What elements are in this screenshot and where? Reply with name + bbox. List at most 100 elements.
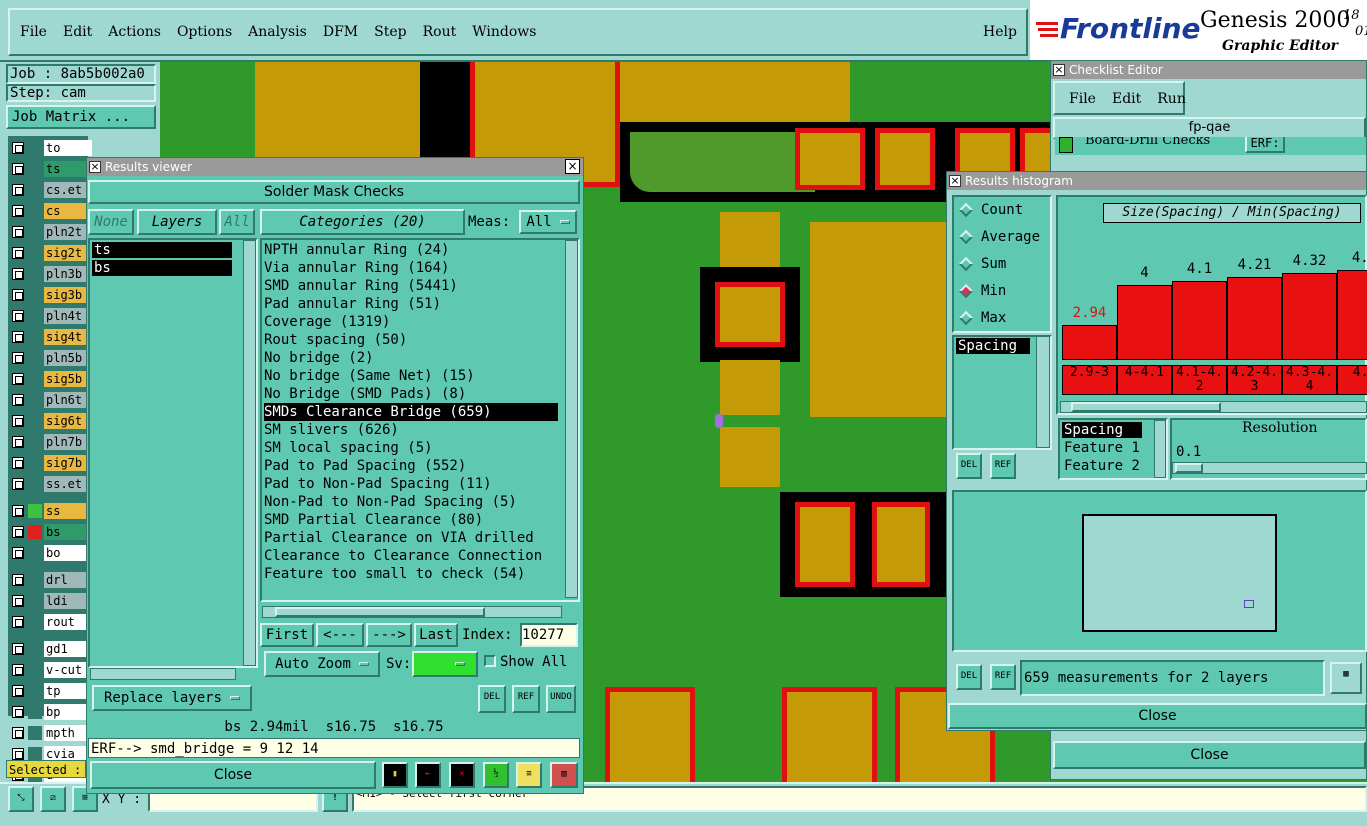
layer-checkbox[interactable] bbox=[12, 457, 24, 469]
layer-row-bs[interactable]: bs bbox=[10, 524, 92, 540]
layer-affected-swatch[interactable] bbox=[28, 525, 42, 539]
export-chart-icon[interactable]: ▦ bbox=[1330, 662, 1362, 694]
layer-list-scrollbar[interactable] bbox=[243, 240, 256, 666]
category-item[interactable]: No bridge (Same Net) (15) bbox=[264, 367, 558, 385]
result-layer-item[interactable]: bs bbox=[92, 260, 232, 276]
categories-button[interactable]: Categories (20) bbox=[260, 209, 465, 235]
layer-list-hscroll[interactable] bbox=[90, 668, 236, 680]
flag-icon[interactable]: ▮ bbox=[382, 762, 408, 788]
window-close-icon[interactable]: × bbox=[949, 175, 961, 187]
layer-affected-swatch[interactable] bbox=[28, 615, 42, 629]
layer-checkbox[interactable] bbox=[12, 478, 24, 490]
layer-name[interactable]: bo bbox=[44, 545, 92, 561]
layer-name[interactable]: ss bbox=[44, 503, 92, 519]
hist-field-item[interactable]: Feature 2 bbox=[1062, 458, 1152, 474]
layer-affected-swatch[interactable] bbox=[28, 141, 42, 155]
undo-icon[interactable]: UNDO bbox=[546, 685, 576, 713]
auto-zoom-dropdown[interactable]: Auto Zoom bbox=[264, 651, 380, 677]
category-item[interactable]: Pad to Pad Spacing (552) bbox=[264, 457, 558, 475]
layer-checkbox[interactable] bbox=[12, 184, 24, 196]
category-item[interactable]: Pad to Non-Pad Spacing (11) bbox=[264, 475, 558, 493]
resolution-slider[interactable] bbox=[1172, 462, 1367, 474]
histogram-bar[interactable] bbox=[1227, 277, 1282, 360]
layer-checkbox[interactable] bbox=[12, 415, 24, 427]
histogram-close-button[interactable]: Close bbox=[948, 703, 1367, 729]
layer-affected-swatch[interactable] bbox=[28, 309, 42, 323]
layer-affected-swatch[interactable] bbox=[28, 162, 42, 176]
layer-row-sig4t[interactable]: sig4t bbox=[10, 329, 92, 345]
layer-row-pln3b[interactable]: pln3b bbox=[10, 266, 92, 282]
del-icon[interactable]: DEL bbox=[956, 453, 982, 479]
layer-row-bp[interactable]: bp bbox=[10, 704, 92, 720]
layer-name[interactable]: ss.et bbox=[44, 476, 92, 492]
meas-dropdown[interactable]: All bbox=[519, 210, 577, 234]
category-item[interactable]: SMDs Clearance Bridge (659) bbox=[264, 403, 558, 421]
layer-name[interactable]: mpth bbox=[44, 725, 92, 741]
layer-checkbox[interactable] bbox=[12, 685, 24, 697]
layer-name[interactable]: sig3b bbox=[44, 287, 92, 303]
layer-checkbox[interactable] bbox=[12, 394, 24, 406]
index-input[interactable]: 10277 bbox=[520, 623, 578, 647]
first-button[interactable]: First bbox=[260, 623, 314, 647]
menu-item-step[interactable]: Step bbox=[374, 24, 406, 42]
layer-name[interactable]: pln4t bbox=[44, 308, 92, 324]
layer-affected-swatch[interactable] bbox=[28, 225, 42, 239]
layer-affected-swatch[interactable] bbox=[28, 747, 42, 761]
titlebar-close-icon[interactable]: × bbox=[565, 159, 580, 174]
layer-row-sig3b[interactable]: sig3b bbox=[10, 287, 92, 303]
layer-row-v-cut[interactable]: v-cut bbox=[10, 662, 92, 678]
hist-field-item[interactable]: Feature 1 bbox=[1062, 440, 1152, 456]
exit-icon[interactable]: ⇤ bbox=[415, 762, 441, 788]
ref-icon[interactable]: REF bbox=[990, 664, 1016, 690]
histogram-bar[interactable] bbox=[1117, 285, 1172, 360]
layer-name[interactable]: pln2t bbox=[44, 224, 92, 240]
scroll-thumb[interactable] bbox=[1071, 402, 1221, 412]
layer-row-sig6t[interactable]: sig6t bbox=[10, 413, 92, 429]
layer-affected-swatch[interactable] bbox=[28, 456, 42, 470]
menu-item-options[interactable]: Options bbox=[177, 24, 232, 42]
hist-field-item[interactable]: Spacing bbox=[1062, 422, 1142, 438]
window-close-icon[interactable]: × bbox=[1053, 64, 1065, 76]
layer-affected-swatch[interactable] bbox=[28, 267, 42, 281]
layer-affected-swatch[interactable] bbox=[28, 414, 42, 428]
layer-name[interactable]: cs.et bbox=[44, 182, 92, 198]
layer-row-ldi[interactable]: ldi bbox=[10, 593, 92, 609]
histogram-bar[interactable] bbox=[1337, 270, 1367, 360]
slider-thumb[interactable] bbox=[1175, 463, 1203, 473]
layer-affected-swatch[interactable] bbox=[28, 204, 42, 218]
last-button[interactable]: Last bbox=[414, 623, 458, 647]
layer-row-ts[interactable]: ts bbox=[10, 161, 92, 177]
layer-checkbox[interactable] bbox=[12, 142, 24, 154]
ref-icon[interactable]: REF bbox=[990, 453, 1016, 479]
layer-checkbox[interactable] bbox=[12, 664, 24, 676]
layer-affected-swatch[interactable] bbox=[28, 351, 42, 365]
layer-row-sig5b[interactable]: sig5b bbox=[10, 371, 92, 387]
histogram-icon[interactable]: ▥ bbox=[550, 762, 578, 788]
histogram-scrollbar[interactable] bbox=[1060, 401, 1367, 413]
layer-affected-swatch[interactable] bbox=[28, 393, 42, 407]
layer-affected-swatch[interactable] bbox=[28, 684, 42, 698]
layer-checkbox[interactable] bbox=[12, 289, 24, 301]
layer-name[interactable]: ts bbox=[44, 161, 92, 177]
layer-checkbox[interactable] bbox=[12, 226, 24, 238]
next-button[interactable]: ---> bbox=[366, 623, 412, 647]
layer-affected-swatch[interactable] bbox=[28, 546, 42, 560]
layer-checkbox[interactable] bbox=[12, 268, 24, 280]
menu-item-analysis[interactable]: Analysis bbox=[248, 24, 307, 42]
histogram-bar[interactable] bbox=[1282, 273, 1337, 360]
mode-radio-min[interactable]: Min bbox=[958, 281, 1006, 301]
layer-affected-swatch[interactable] bbox=[28, 642, 42, 656]
layer-checkbox[interactable] bbox=[12, 706, 24, 718]
layer-checkbox[interactable] bbox=[12, 595, 24, 607]
category-item[interactable]: Feature too small to check (54) bbox=[264, 565, 558, 583]
hscroll-thumb[interactable] bbox=[275, 607, 485, 617]
layer-checkbox[interactable] bbox=[12, 310, 24, 322]
layer-row-mpth[interactable]: mpth bbox=[10, 725, 92, 741]
layer-name[interactable]: pln3b bbox=[44, 266, 92, 282]
layer-name[interactable]: sig2t bbox=[44, 245, 92, 261]
all-button[interactable]: All bbox=[219, 209, 255, 235]
results-close-button[interactable]: Close bbox=[90, 761, 376, 789]
compare-icon[interactable]: ½ bbox=[483, 762, 509, 788]
del-icon[interactable]: DEL bbox=[956, 664, 982, 690]
del-icon[interactable]: DEL bbox=[478, 685, 506, 713]
